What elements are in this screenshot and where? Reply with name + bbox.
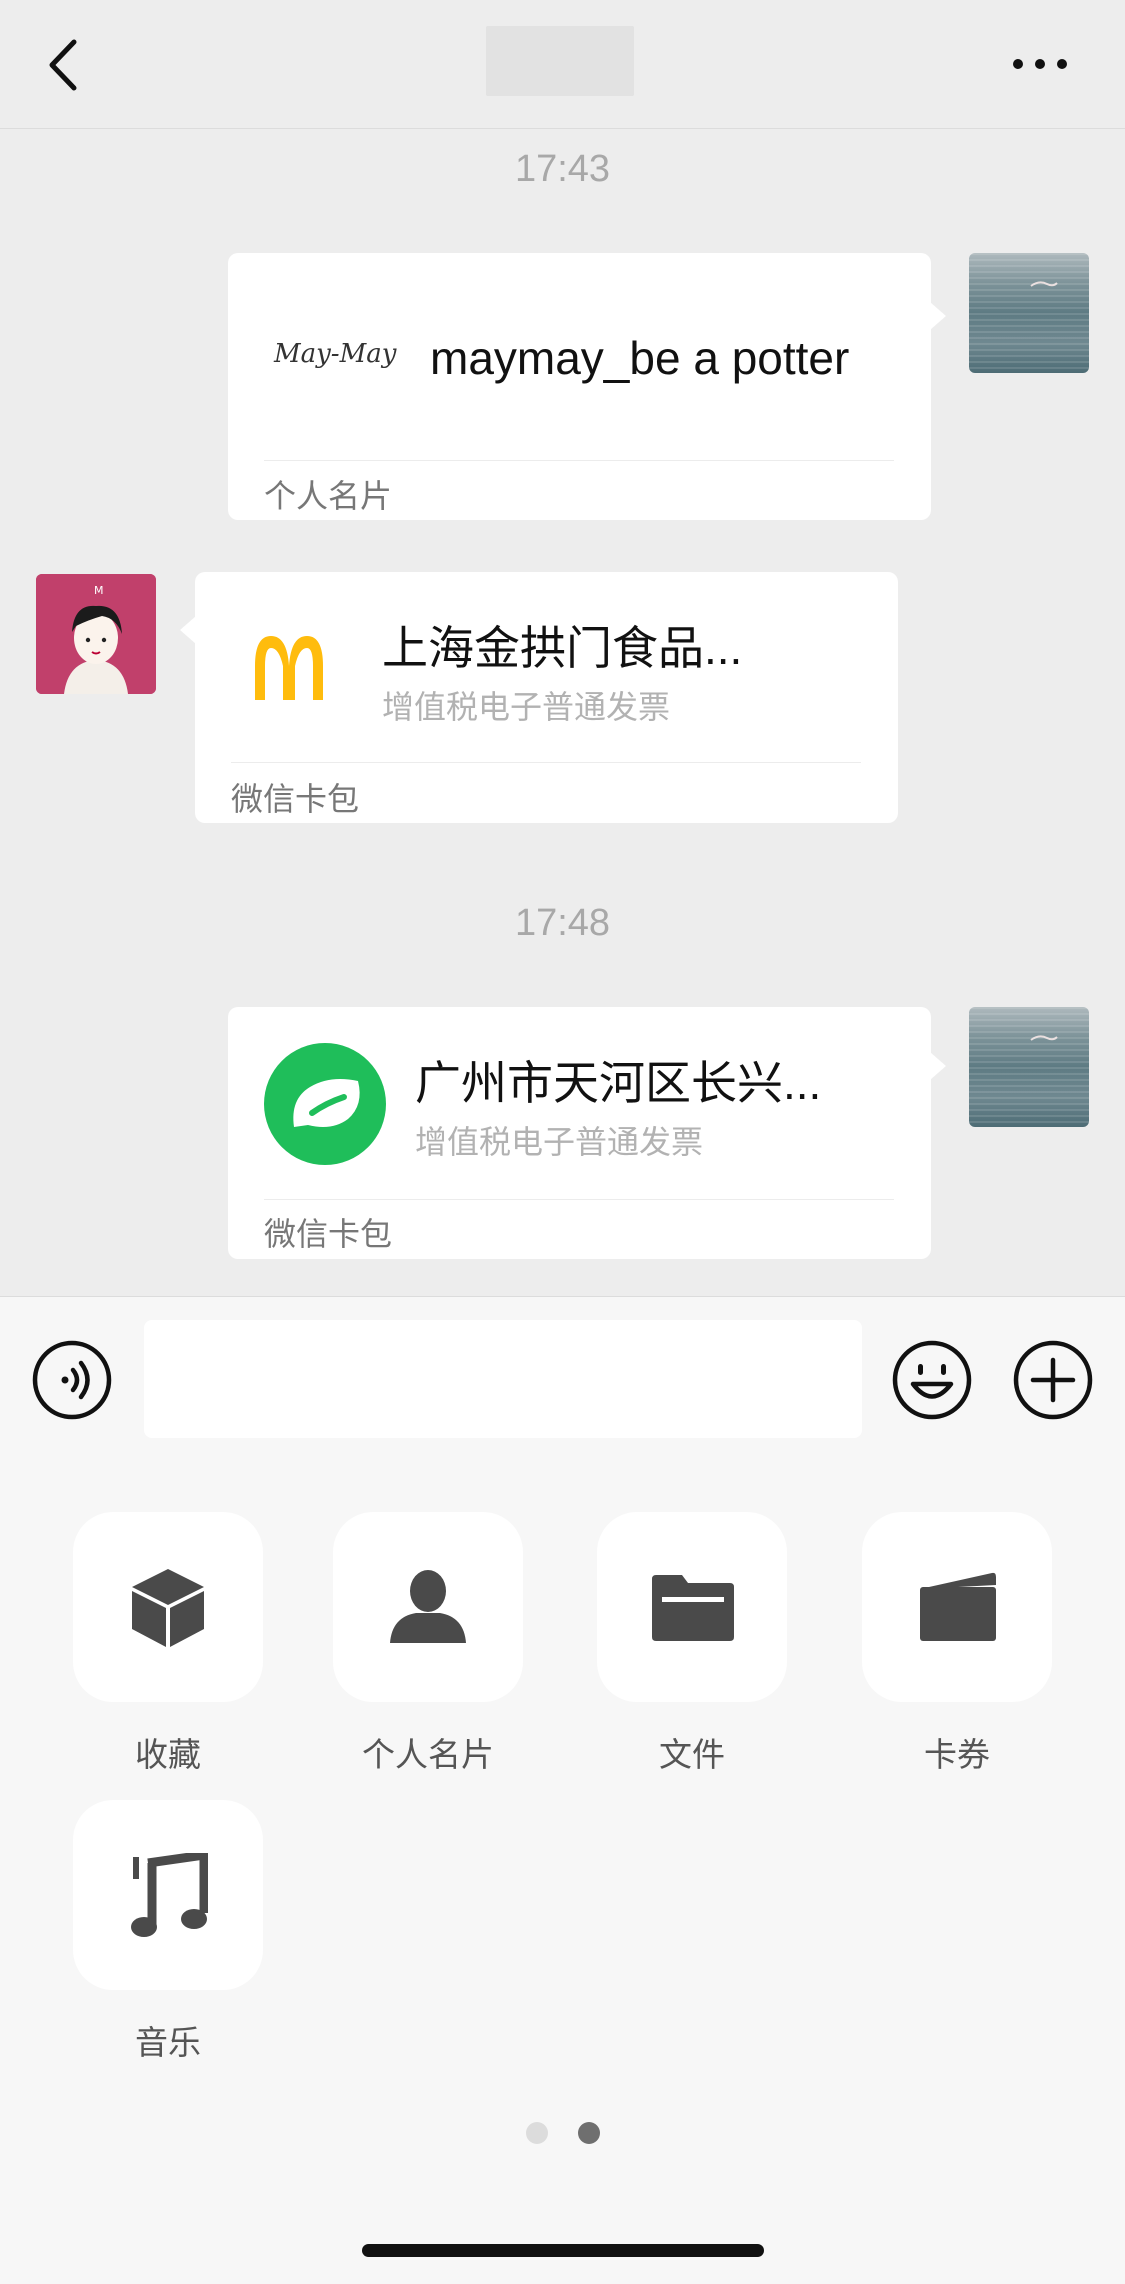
wallet-card-message[interactable]: 上海金拱门食品... 增值税电子普通发票 微信卡包 [195,572,898,823]
more-dots-icon[interactable] [1010,40,1070,90]
panel-item-label: 收藏 [135,1735,201,1774]
emoji-icon[interactable] [891,1339,973,1421]
favorites-button[interactable] [73,1512,263,1702]
contact-name: maymay_be a potter [430,332,850,384]
wallet-icon [918,1571,998,1647]
page-dot[interactable] [526,2122,548,2144]
contact-card-message[interactable]: May-May maymay_be a potter 个人名片 [228,253,931,520]
card-divider [264,460,894,461]
mcdonalds-logo [249,626,329,706]
music-button[interactable] [73,1800,263,1990]
chevron-left-icon[interactable] [40,30,90,100]
card-footer-label: 个人名片 [264,477,393,515]
wallet-card-message[interactable]: 广州市天河区长兴... 增值税电子普通发票 微信卡包 [228,1007,931,1259]
coupon-button[interactable] [862,1512,1052,1702]
music-note-icon [128,1850,209,1943]
user-avatar[interactable] [969,1007,1089,1127]
person-icon [388,1569,468,1649]
contact-card-button[interactable] [333,1512,523,1702]
page-dot-active[interactable] [578,2122,600,2144]
chat-title-redacted [486,26,634,96]
message-timestamp: 17:48 [514,902,611,944]
merchant-name: 上海金拱门食品... [382,622,743,674]
panel-item-label: 个人名片 [362,1735,494,1774]
maymay-logo: May-May [274,339,397,369]
file-button[interactable] [597,1512,787,1702]
user-avatar[interactable] [969,253,1089,373]
bubble-tail [930,1052,946,1080]
green-leaf-logo [264,1043,386,1165]
cube-icon [130,1567,206,1653]
invoice-type: 增值税电子普通发票 [415,1123,704,1161]
card-divider [264,1199,894,1200]
home-indicator[interactable] [362,2244,764,2257]
merchant-name: 广州市天河区长兴... [415,1057,822,1109]
contact-avatar[interactable]: M [36,574,156,694]
bubble-tail [180,616,196,644]
panel-item-label: 文件 [659,1735,725,1774]
card-divider [231,762,861,763]
panel-item-label: 卡券 [924,1735,990,1774]
message-input[interactable] [144,1320,862,1438]
folder-icon [652,1575,734,1645]
plus-circle-icon[interactable] [1012,1339,1094,1421]
invoice-type: 增值税电子普通发票 [382,688,671,726]
card-footer-label: 微信卡包 [231,780,360,818]
card-footer-label: 微信卡包 [264,1215,393,1253]
svg-text:M: M [94,584,104,597]
panel-item-label: 音乐 [135,2023,201,2062]
bubble-tail [930,302,946,330]
voice-icon[interactable] [31,1339,113,1421]
message-timestamp: 17:43 [514,148,611,190]
